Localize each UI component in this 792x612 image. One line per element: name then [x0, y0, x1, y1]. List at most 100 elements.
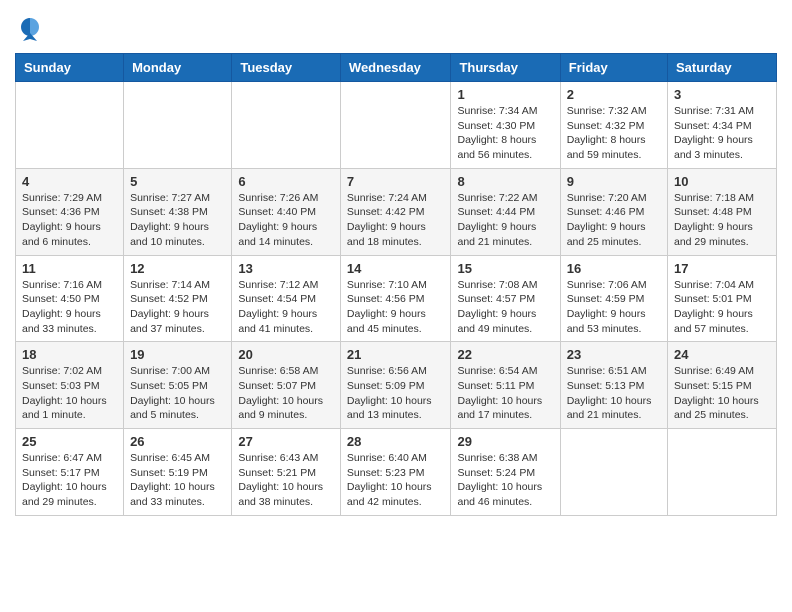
- day-of-week-header: Tuesday: [232, 54, 341, 82]
- calendar-cell: 12 Sunrise: 7:14 AM Sunset: 4:52 PM Dayli…: [124, 255, 232, 342]
- day-info: Sunrise: 7:34 AM Sunset: 4:30 PM Dayligh…: [457, 104, 553, 163]
- logo: [15, 15, 48, 45]
- day-info: Sunrise: 7:08 AM Sunset: 4:57 PM Dayligh…: [457, 278, 553, 337]
- day-info: Sunrise: 7:18 AM Sunset: 4:48 PM Dayligh…: [674, 191, 770, 250]
- day-number: 18: [22, 347, 117, 362]
- calendar-week-row: 18 Sunrise: 7:02 AM Sunset: 5:03 PM Dayli…: [16, 342, 777, 429]
- day-info: Sunrise: 6:56 AM Sunset: 5:09 PM Dayligh…: [347, 364, 445, 423]
- day-number: 25: [22, 434, 117, 449]
- calendar-cell: 13Sunrise: 7:12 AM Sunset: 4:54 PM Dayli…: [232, 255, 341, 342]
- calendar-header-row: SundayMondayTuesdayWednesdayThursdayFrid…: [16, 54, 777, 82]
- day-info: Sunrise: 7:24 AM Sunset: 4:42 PM Dayligh…: [347, 191, 445, 250]
- calendar-cell: 28 Sunrise: 6:40 AM Sunset: 5:23 PM Dayli…: [340, 429, 451, 516]
- day-number: 3: [674, 87, 770, 102]
- day-number: 5: [130, 174, 225, 189]
- calendar-cell: 3 Sunrise: 7:31 AM Sunset: 4:34 PM Daylig…: [668, 82, 777, 169]
- day-number: 13: [238, 261, 334, 276]
- day-info: Sunrise: 7:16 AM Sunset: 4:50 PM Dayligh…: [22, 278, 117, 337]
- calendar-cell: [16, 82, 124, 169]
- day-number: 23: [567, 347, 661, 362]
- day-info: Sunrise: 7:02 AM Sunset: 5:03 PM Dayligh…: [22, 364, 117, 423]
- calendar-cell: 26 Sunrise: 6:45 AM Sunset: 5:19 PM Dayli…: [124, 429, 232, 516]
- page-header: [15, 10, 777, 45]
- calendar-cell: [340, 82, 451, 169]
- day-number: 15: [457, 261, 553, 276]
- day-info: Sunrise: 6:58 AM Sunset: 5:07 PM Dayligh…: [238, 364, 334, 423]
- day-number: 12: [130, 261, 225, 276]
- calendar-cell: 6 Sunrise: 7:26 AM Sunset: 4:40 PM Daylig…: [232, 168, 341, 255]
- day-info: Sunrise: 7:22 AM Sunset: 4:44 PM Dayligh…: [457, 191, 553, 250]
- day-number: 19: [130, 347, 225, 362]
- day-number: 24: [674, 347, 770, 362]
- day-number: 8: [457, 174, 553, 189]
- day-of-week-header: Friday: [560, 54, 667, 82]
- day-info: Sunrise: 6:38 AM Sunset: 5:24 PM Dayligh…: [457, 451, 553, 510]
- day-number: 27: [238, 434, 334, 449]
- day-info: Sunrise: 6:43 AM Sunset: 5:21 PM Dayligh…: [238, 451, 334, 510]
- day-info: Sunrise: 7:20 AM Sunset: 4:46 PM Dayligh…: [567, 191, 661, 250]
- calendar-cell: 20Sunrise: 6:58 AM Sunset: 5:07 PM Dayli…: [232, 342, 341, 429]
- day-number: 16: [567, 261, 661, 276]
- day-number: 17: [674, 261, 770, 276]
- calendar-cell: 22Sunrise: 6:54 AM Sunset: 5:11 PM Dayli…: [451, 342, 560, 429]
- calendar-table: SundayMondayTuesdayWednesdayThursdayFrid…: [15, 53, 777, 516]
- day-of-week-header: Thursday: [451, 54, 560, 82]
- calendar-cell: 29 Sunrise: 6:38 AM Sunset: 5:24 PM Dayli…: [451, 429, 560, 516]
- day-number: 7: [347, 174, 445, 189]
- day-number: 28: [347, 434, 445, 449]
- calendar-cell: 4 Sunrise: 7:29 AM Sunset: 4:36 PM Daylig…: [16, 168, 124, 255]
- calendar-week-row: 4 Sunrise: 7:29 AM Sunset: 4:36 PM Daylig…: [16, 168, 777, 255]
- day-number: 14: [347, 261, 445, 276]
- day-number: 6: [238, 174, 334, 189]
- calendar-cell: 15 Sunrise: 7:08 AM Sunset: 4:57 PM Dayli…: [451, 255, 560, 342]
- calendar-cell: [560, 429, 667, 516]
- calendar-week-row: 25 Sunrise: 6:47 AM Sunset: 5:17 PM Dayli…: [16, 429, 777, 516]
- day-of-week-header: Wednesday: [340, 54, 451, 82]
- calendar-cell: 5 Sunrise: 7:27 AM Sunset: 4:38 PM Daylig…: [124, 168, 232, 255]
- day-of-week-header: Saturday: [668, 54, 777, 82]
- day-number: 9: [567, 174, 661, 189]
- day-number: 26: [130, 434, 225, 449]
- day-number: 21: [347, 347, 445, 362]
- calendar-cell: 9 Sunrise: 7:20 AM Sunset: 4:46 PM Daylig…: [560, 168, 667, 255]
- calendar-cell: [668, 429, 777, 516]
- calendar-week-row: 1 Sunrise: 7:34 AM Sunset: 4:30 PM Daylig…: [16, 82, 777, 169]
- calendar-week-row: 11 Sunrise: 7:16 AM Sunset: 4:50 PM Dayli…: [16, 255, 777, 342]
- calendar-cell: 24 Sunrise: 6:49 AM Sunset: 5:15 PM Dayli…: [668, 342, 777, 429]
- calendar-cell: 7 Sunrise: 7:24 AM Sunset: 4:42 PM Daylig…: [340, 168, 451, 255]
- calendar-cell: 8 Sunrise: 7:22 AM Sunset: 4:44 PM Daylig…: [451, 168, 560, 255]
- calendar-cell: 1 Sunrise: 7:34 AM Sunset: 4:30 PM Daylig…: [451, 82, 560, 169]
- calendar-cell: 19Sunrise: 7:00 AM Sunset: 5:05 PM Dayli…: [124, 342, 232, 429]
- calendar-cell: 18 Sunrise: 7:02 AM Sunset: 5:03 PM Dayli…: [16, 342, 124, 429]
- day-info: Sunrise: 7:04 AM Sunset: 5:01 PM Dayligh…: [674, 278, 770, 337]
- day-info: Sunrise: 7:26 AM Sunset: 4:40 PM Dayligh…: [238, 191, 334, 250]
- calendar-cell: 21 Sunrise: 6:56 AM Sunset: 5:09 PM Dayli…: [340, 342, 451, 429]
- day-info: Sunrise: 7:27 AM Sunset: 4:38 PM Dayligh…: [130, 191, 225, 250]
- day-info: Sunrise: 7:29 AM Sunset: 4:36 PM Dayligh…: [22, 191, 117, 250]
- day-info: Sunrise: 7:14 AM Sunset: 4:52 PM Dayligh…: [130, 278, 225, 337]
- calendar-cell: 14 Sunrise: 7:10 AM Sunset: 4:56 PM Dayli…: [340, 255, 451, 342]
- calendar-cell: 27 Sunrise: 6:43 AM Sunset: 5:21 PM Dayli…: [232, 429, 341, 516]
- day-number: 11: [22, 261, 117, 276]
- day-info: Sunrise: 6:49 AM Sunset: 5:15 PM Dayligh…: [674, 364, 770, 423]
- logo-icon: [15, 15, 45, 45]
- day-info: Sunrise: 7:10 AM Sunset: 4:56 PM Dayligh…: [347, 278, 445, 337]
- calendar-cell: 25 Sunrise: 6:47 AM Sunset: 5:17 PM Dayli…: [16, 429, 124, 516]
- day-info: Sunrise: 6:51 AM Sunset: 5:13 PM Dayligh…: [567, 364, 661, 423]
- day-info: Sunrise: 6:40 AM Sunset: 5:23 PM Dayligh…: [347, 451, 445, 510]
- day-number: 22: [457, 347, 553, 362]
- day-number: 4: [22, 174, 117, 189]
- day-number: 29: [457, 434, 553, 449]
- calendar-cell: 10 Sunrise: 7:18 AM Sunset: 4:48 PM Dayli…: [668, 168, 777, 255]
- day-number: 1: [457, 87, 553, 102]
- calendar-cell: [232, 82, 341, 169]
- day-info: Sunrise: 6:45 AM Sunset: 5:19 PM Dayligh…: [130, 451, 225, 510]
- day-number: 10: [674, 174, 770, 189]
- calendar-cell: 16Sunrise: 7:06 AM Sunset: 4:59 PM Dayli…: [560, 255, 667, 342]
- calendar-cell: [124, 82, 232, 169]
- day-info: Sunrise: 6:47 AM Sunset: 5:17 PM Dayligh…: [22, 451, 117, 510]
- day-number: 2: [567, 87, 661, 102]
- day-info: Sunrise: 7:31 AM Sunset: 4:34 PM Dayligh…: [674, 104, 770, 163]
- day-info: Sunrise: 7:32 AM Sunset: 4:32 PM Dayligh…: [567, 104, 661, 163]
- calendar-cell: 17 Sunrise: 7:04 AM Sunset: 5:01 PM Dayli…: [668, 255, 777, 342]
